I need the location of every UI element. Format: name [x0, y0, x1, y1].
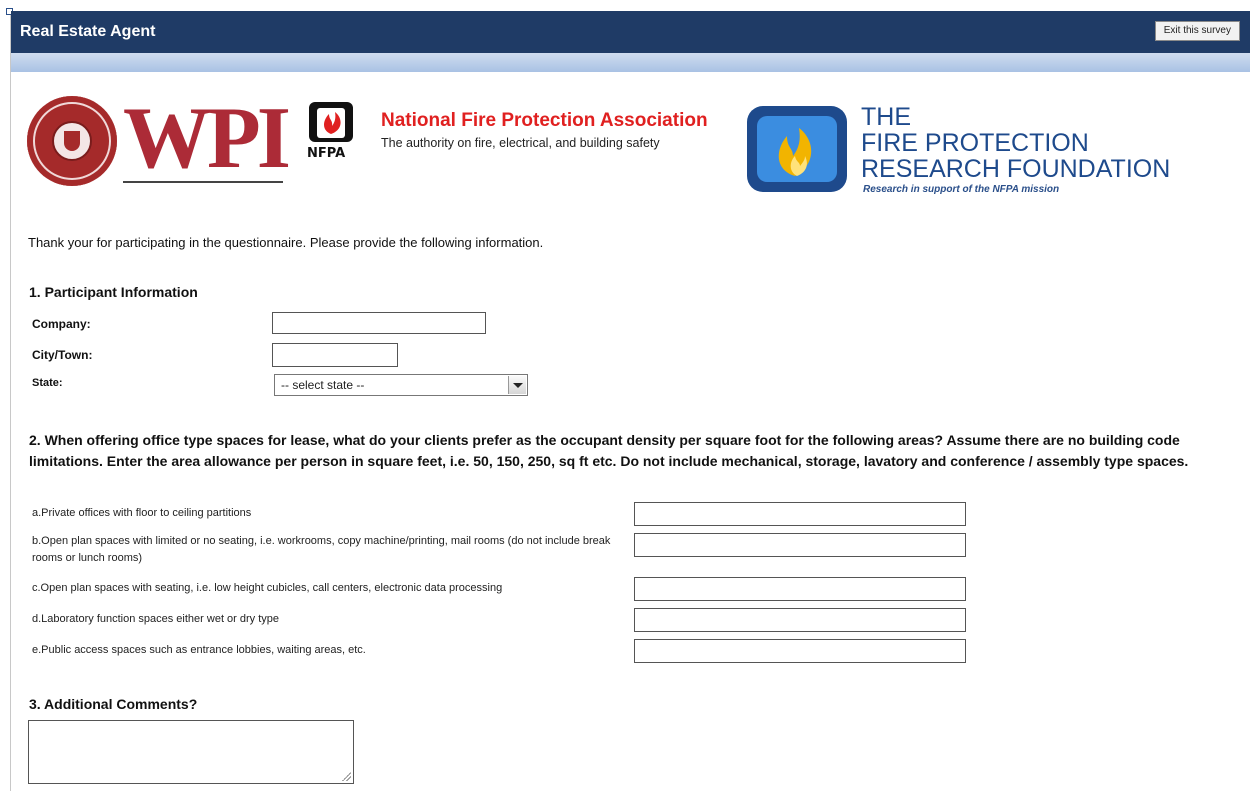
- header-gradient-strip: [11, 53, 1250, 72]
- question-3-title: 3. Additional Comments?: [29, 696, 198, 712]
- additional-comments-textarea[interactable]: [28, 720, 354, 784]
- frf-title-line1: THE: [861, 103, 911, 131]
- wpi-seal-icon: [27, 96, 117, 186]
- company-input[interactable]: [272, 312, 486, 334]
- survey-header-bar: Real Estate Agent Exit this survey: [11, 11, 1250, 53]
- state-select[interactable]: -- select state --: [274, 374, 528, 396]
- chevron-down-icon[interactable]: [508, 376, 526, 394]
- density-input-open-plan-no-seating[interactable]: [634, 533, 966, 557]
- nfpa-org-name: National Fire Protection Association: [381, 110, 708, 131]
- density-row-label: b.Open plan spaces with limited or no se…: [32, 535, 611, 564]
- question-2-title: 2. When offering office type spaces for …: [29, 432, 1189, 469]
- nfpa-flame-icon: NFPA: [307, 102, 353, 160]
- question-1-title: 1. Participant Information: [29, 284, 198, 300]
- density-input-open-plan-seating[interactable]: [634, 577, 966, 601]
- density-input-public-access[interactable]: [634, 639, 966, 663]
- density-row-label: c.Open plan spaces with seating, i.e. lo…: [32, 582, 503, 594]
- resize-grip-icon[interactable]: [342, 772, 351, 781]
- state-label: State:: [32, 377, 63, 389]
- exit-survey-button[interactable]: Exit this survey: [1154, 21, 1240, 41]
- svg-text:NFPA: NFPA: [307, 146, 345, 160]
- wpi-logo-text: WPI: [123, 90, 291, 187]
- density-row-label: e.Public access spaces such as entrance …: [32, 644, 366, 656]
- frf-title-line2: FIRE PROTECTION: [861, 129, 1089, 157]
- density-row-label: d.Laboratory function spaces either wet …: [32, 613, 280, 625]
- intro-text: Thank your for participating in the ques…: [28, 235, 544, 250]
- frf-subtitle: Research in support of the NFPA mission: [863, 184, 1060, 195]
- company-label: Company:: [32, 317, 91, 331]
- frf-logo: THE FIRE PROTECTION RESEARCH FOUNDATION …: [745, 104, 1245, 198]
- wpi-logo-underline: [123, 181, 283, 183]
- frf-fire-icon: [747, 106, 847, 192]
- frf-title-line3: RESEARCH FOUNDATION: [861, 155, 1171, 183]
- density-row-label: a.Private offices with floor to ceiling …: [32, 507, 252, 519]
- density-input-laboratory[interactable]: [634, 608, 966, 632]
- state-select-value: -- select state --: [281, 378, 365, 392]
- survey-title: Real Estate Agent: [20, 23, 156, 40]
- city-input[interactable]: [272, 343, 398, 367]
- wpi-logo: WPI: [27, 90, 291, 188]
- page-left-border: [10, 10, 11, 791]
- nfpa-logo: NFPA National Fire Protection Associatio…: [305, 100, 725, 170]
- density-input-private-offices[interactable]: [634, 502, 966, 526]
- city-label: City/Town:: [32, 348, 93, 362]
- nfpa-tagline: The authority on fire, electrical, and b…: [381, 136, 660, 150]
